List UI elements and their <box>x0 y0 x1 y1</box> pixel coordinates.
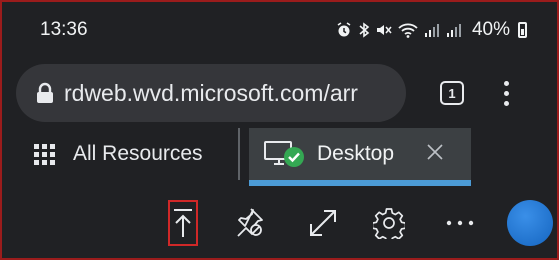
wifi-icon <box>398 23 418 38</box>
upload-button[interactable] <box>167 193 199 253</box>
upload-highlight <box>168 200 198 246</box>
browser-menu-button[interactable] <box>504 80 509 106</box>
status-bar: 13:36 40% <box>2 2 557 58</box>
avatar[interactable] <box>507 200 553 246</box>
tab-desktop[interactable]: Desktop <box>249 128 471 186</box>
more-icon <box>446 220 474 226</box>
battery-percent: 40% <box>471 19 510 40</box>
tab-divider <box>238 128 240 180</box>
apps-grid-icon <box>34 143 55 165</box>
url-text[interactable]: rdweb.wvd.microsoft.com/arr <box>64 80 358 107</box>
close-icon[interactable] <box>423 140 447 164</box>
screen: 13:36 40% rdweb.wvd.microsoft.com/arr 1 … <box>0 0 559 260</box>
menu-dot <box>504 80 509 86</box>
more-options-button[interactable] <box>442 193 478 253</box>
tab-all-resources-label: All Resources <box>73 142 203 165</box>
status-icons: 40% <box>336 19 527 41</box>
battery-icon <box>518 22 527 38</box>
menu-dot <box>504 100 509 106</box>
lock-icon[interactable] <box>36 82 54 104</box>
browser-toolbar: rdweb.wvd.microsoft.com/arr 1 <box>2 58 557 128</box>
session-tabs: All Resources Desktop <box>2 128 557 193</box>
unpin-icon <box>237 208 263 237</box>
tab-all-resources[interactable]: All Resources <box>34 142 203 166</box>
unpin-button[interactable] <box>232 193 268 253</box>
signal-icon <box>446 24 461 37</box>
upload-icon <box>174 209 192 237</box>
status-time: 13:36 <box>40 19 88 40</box>
mute-icon <box>376 25 392 35</box>
tab-desktop-label: Desktop <box>317 142 395 165</box>
desktop-connected-icon <box>264 141 304 167</box>
fullscreen-button[interactable] <box>305 193 341 253</box>
menu-dot <box>504 90 509 96</box>
expand-icon <box>310 210 336 236</box>
gear-icon <box>373 208 405 239</box>
address-bar[interactable]: rdweb.wvd.microsoft.com/arr <box>16 64 406 122</box>
session-toolbar <box>2 193 557 253</box>
tab-switcher-button[interactable]: 1 <box>440 81 464 105</box>
alarm-icon <box>337 22 351 37</box>
bluetooth-icon <box>359 22 370 38</box>
signal-icon <box>424 24 439 37</box>
settings-button[interactable] <box>371 193 407 253</box>
